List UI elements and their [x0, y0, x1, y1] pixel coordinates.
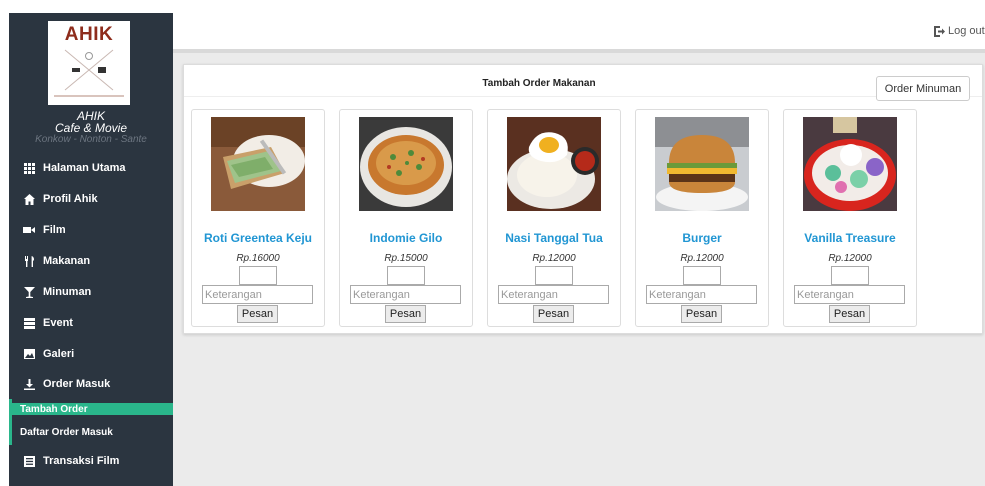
logout-label: Log out — [948, 25, 985, 37]
sidebar-item-label: Profil Ahik — [43, 193, 98, 205]
keterangan-input[interactable] — [202, 285, 313, 304]
submenu-tambah-order[interactable]: Tambah Order — [12, 403, 173, 415]
sidebar-item-label: Transaksi Film — [43, 455, 120, 467]
sidebar-item-halaman-utama[interactable]: Halaman Utama — [9, 156, 173, 180]
pesan-button[interactable]: Pesan — [681, 305, 722, 323]
sidebar: AHIK AHIK Cafe & Movie Konkow - Nonton -… — [9, 13, 173, 486]
pesan-button[interactable]: Pesan — [237, 305, 278, 323]
sidebar-item-label: Minuman — [43, 286, 92, 298]
quantity-input[interactable] — [535, 266, 573, 285]
quantity-input[interactable] — [239, 266, 277, 285]
keterangan-input[interactable] — [350, 285, 461, 304]
food-price: Rp.12000 — [828, 253, 872, 264]
food-card: Nasi Tanggal Tua Rp.12000 Pesan — [487, 109, 621, 327]
download-icon — [23, 378, 35, 390]
food-image-nasi-tanggal-tua — [507, 117, 601, 211]
cutlery-icon — [23, 255, 35, 267]
glass-icon — [23, 286, 35, 298]
logo-tagline — [54, 95, 124, 97]
sidebar-item-label: Galeri — [43, 348, 75, 360]
pesan-button[interactable]: Pesan — [533, 305, 574, 323]
food-price: Rp.16000 — [236, 253, 280, 264]
sidebar-item-profil-ahik[interactable]: Profil Ahik — [9, 187, 173, 211]
logout-icon — [934, 25, 945, 37]
quantity-input[interactable] — [831, 266, 869, 285]
sidebar-item-transaksi-film[interactable]: Transaksi Film — [9, 449, 173, 473]
quantity-input[interactable] — [387, 266, 425, 285]
keterangan-input[interactable] — [498, 285, 609, 304]
keterangan-input[interactable] — [646, 285, 757, 304]
food-image-indomie-gilo — [359, 117, 453, 211]
submenu-daftar-order-masuk[interactable]: Daftar Order Masuk — [12, 426, 173, 438]
food-name: Indomie Gilo — [369, 231, 443, 245]
logo-title: AHIK — [64, 24, 114, 45]
logout-link[interactable]: Log out — [934, 25, 985, 37]
sidebar-item-galeri[interactable]: Galeri — [9, 342, 173, 366]
food-name: Roti Greentea Keju — [203, 231, 313, 245]
food-card: Vanilla Treasure Rp.12000 Pesan — [783, 109, 917, 327]
sidebar-item-label: Halaman Utama — [43, 162, 126, 174]
home-icon — [23, 193, 35, 205]
pesan-button[interactable]: Pesan — [385, 305, 426, 323]
sidebar-item-minuman[interactable]: Minuman — [9, 280, 173, 304]
keterangan-input[interactable] — [794, 285, 905, 304]
sidebar-item-label: Makanan — [43, 255, 91, 267]
order-minuman-button[interactable]: Order Minuman — [876, 76, 970, 101]
pesan-button[interactable]: Pesan — [829, 305, 870, 323]
food-price: Rp.12000 — [532, 253, 576, 264]
food-card: Roti Greentea Keju Rp.16000 Pesan — [191, 109, 325, 327]
quantity-input[interactable] — [683, 266, 721, 285]
list-alt-icon — [23, 455, 35, 467]
sidebar-item-label: Event — [43, 317, 73, 329]
food-price: Rp.12000 — [680, 253, 724, 264]
brand-subtitle: Cafe & Movie — [54, 121, 128, 135]
sidebar-item-makanan[interactable]: Makanan — [9, 249, 173, 273]
video-camera-icon — [23, 224, 35, 236]
logo: AHIK — [48, 21, 130, 105]
sidebar-item-order-masuk[interactable]: Order Masuk — [9, 372, 173, 396]
food-image-roti-greentea-keju — [211, 117, 305, 211]
list-icon — [23, 317, 35, 329]
brand-tagline: Konkow - Nonton - Sante — [35, 134, 147, 145]
sidebar-item-event[interactable]: Event — [9, 311, 173, 335]
food-card: Burger Rp.12000 Pesan — [635, 109, 769, 327]
order-panel: Tambah Order Makanan Order Minuman Roti … — [183, 64, 983, 334]
sidebar-item-label: Film — [43, 224, 66, 236]
food-name: Nasi Tanggal Tua — [505, 231, 603, 245]
food-price: Rp.15000 — [384, 253, 428, 264]
food-card: Indomie Gilo Rp.15000 Pesan — [339, 109, 473, 327]
panel-divider — [184, 96, 982, 97]
food-image-vanilla-treasure — [803, 117, 897, 211]
food-name: Vanilla Treasure — [804, 231, 896, 245]
sidebar-item-film[interactable]: Film — [9, 218, 173, 242]
image-icon — [23, 348, 35, 360]
logo-emblem-icon — [64, 49, 114, 91]
food-name: Burger — [682, 231, 722, 245]
sidebar-item-label: Order Masuk — [43, 378, 111, 390]
panel-title: Tambah Order Makanan — [482, 78, 596, 89]
grid-icon — [23, 162, 35, 174]
food-image-burger — [655, 117, 749, 211]
